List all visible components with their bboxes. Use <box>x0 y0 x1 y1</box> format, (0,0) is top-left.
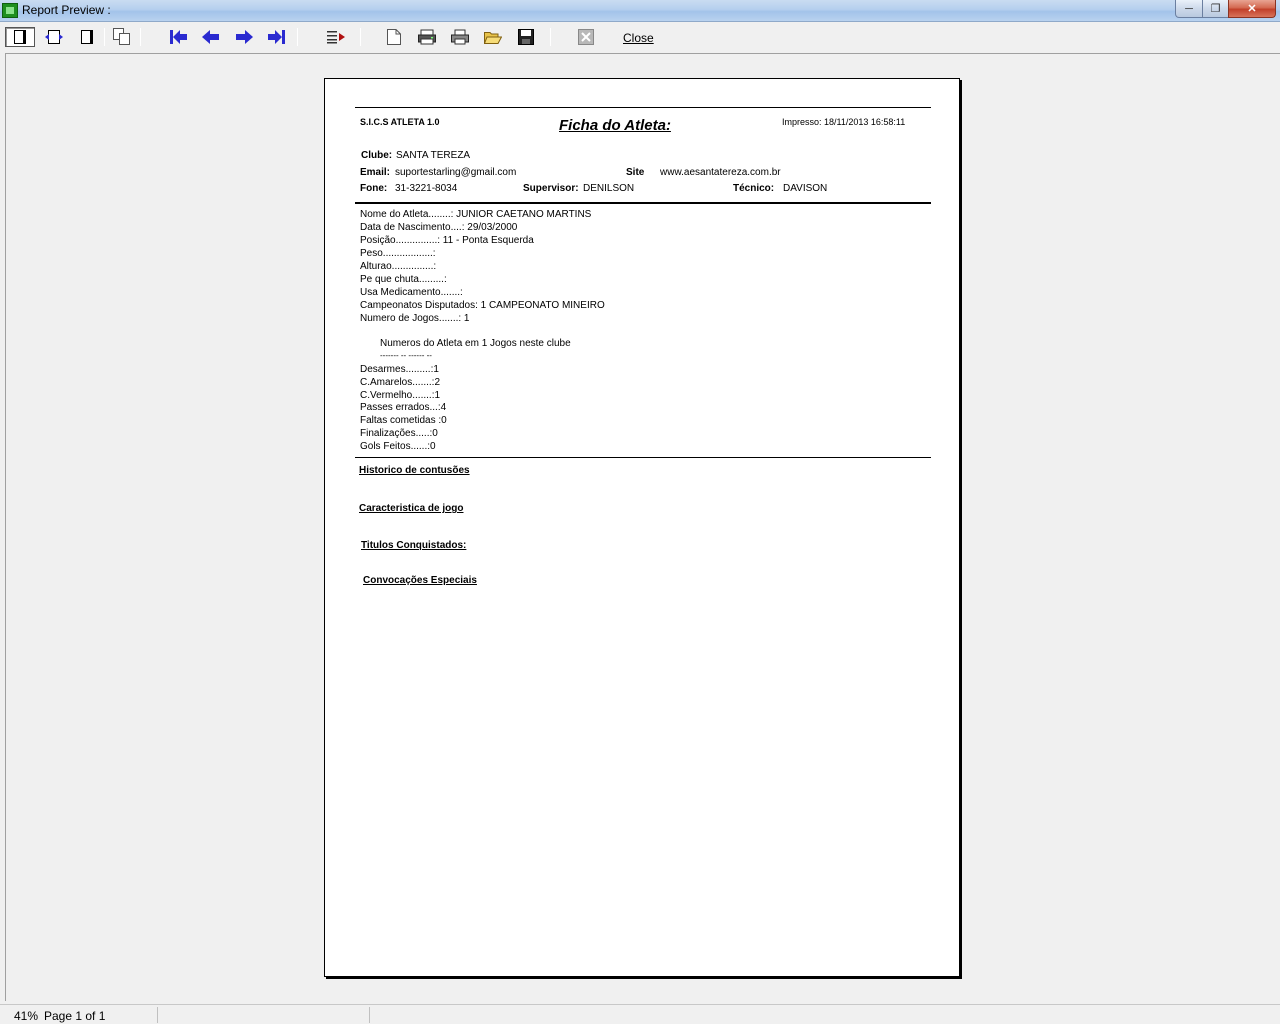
toolbar: Close <box>0 22 1280 52</box>
floppy-disk-icon <box>518 29 534 45</box>
status-pane-divider <box>157 1007 158 1023</box>
section-caracteristica: Caracteristica de jogo <box>359 503 464 514</box>
whole-page-icon <box>14 30 26 44</box>
email-label: Email: <box>360 167 391 178</box>
printed-timestamp: Impresso: 18/11/2013 16:58:11 <box>782 117 906 127</box>
maximize-button[interactable]: ❐ <box>1202 0 1229 18</box>
athlete-line: Peso..................: <box>360 248 436 259</box>
first-page-button[interactable] <box>167 27 189 47</box>
athlete-line: Numero de Jogos.......: 1 <box>360 313 470 324</box>
section-contusoes: Historico de contusões <box>359 465 470 476</box>
goto-page-icon <box>327 31 345 44</box>
stats-bottom-rule <box>355 457 931 458</box>
athlete-line: Nome do Atleta........: JUNIOR CAETANO M… <box>360 209 592 220</box>
title-bar[interactable]: Report Preview : ─ ❐ ✕ <box>0 0 1280 22</box>
system-name: S.I.C.S ATLETA 1.0 <box>360 117 440 127</box>
minimize-icon: ─ <box>1185 2 1193 15</box>
last-page-icon <box>268 30 285 44</box>
page-width-icon <box>45 30 63 44</box>
toolbar-separator <box>297 28 298 46</box>
athlete-line: Campeonatos Disputados: 1 CAMPEONATO MIN… <box>360 300 605 311</box>
print-button[interactable] <box>449 27 471 47</box>
app-icon <box>2 3 18 18</box>
section-convocacoes: Convocações Especiais <box>363 575 477 586</box>
hundred-percent-button[interactable] <box>76 27 98 47</box>
next-page-button[interactable] <box>233 27 255 47</box>
toolbar-separator <box>360 28 361 46</box>
close-icon: ✕ <box>1247 3 1257 15</box>
goto-page-button[interactable] <box>325 27 347 47</box>
printer-setup-button[interactable] <box>416 27 438 47</box>
window-title: Report Preview : <box>22 3 111 17</box>
cancel-button[interactable] <box>575 27 597 47</box>
printer-icon <box>451 29 469 45</box>
minimize-button[interactable]: ─ <box>1175 0 1203 18</box>
report-title: Ficha do Atleta: <box>559 117 671 134</box>
next-page-icon <box>236 30 253 44</box>
stat-line: C.Vermelho.......:1 <box>360 390 441 401</box>
toolbar-separator <box>140 28 141 46</box>
header-top-rule <box>355 107 931 108</box>
restore-icon: ❐ <box>1210 3 1221 15</box>
clube-label: Clube: <box>361 150 393 161</box>
email-value: suportestarling@gmail.com <box>395 167 517 178</box>
stat-line: Desarmes.........:1 <box>360 364 439 375</box>
stats-underline: ------- -- ------ -- <box>380 351 432 360</box>
folder-open-icon <box>484 32 502 44</box>
stat-line: Finalizações.....:0 <box>360 428 438 439</box>
section-titulos: Titulos Conquistados: <box>361 540 467 551</box>
open-button[interactable] <box>482 27 504 47</box>
stat-line: Gols Feitos......:0 <box>360 441 436 452</box>
site-value: www.aesantatereza.com.br <box>660 167 781 178</box>
actual-size-icon <box>81 30 93 44</box>
fone-label: Fone: <box>360 183 388 194</box>
multi-page-icon <box>113 28 130 45</box>
document-icon <box>387 29 401 45</box>
supervisor-label: Supervisor: <box>523 183 579 194</box>
last-page-button[interactable] <box>266 27 288 47</box>
site-label: Site <box>626 167 645 178</box>
athlete-line: Posição...............: 11 - Ponta Esque… <box>360 235 534 246</box>
new-page-button[interactable] <box>383 27 405 47</box>
clube-value: SANTA TEREZA <box>396 150 471 161</box>
page-width-button[interactable] <box>43 27 65 47</box>
prior-page-icon <box>202 30 219 44</box>
close-button[interactable]: Close <box>623 31 654 45</box>
tecnico-label: Técnico: <box>733 183 775 194</box>
athlete-line: Data de Nascimento....: 29/03/2000 <box>360 222 518 233</box>
close-window-button[interactable]: ✕ <box>1228 0 1276 18</box>
save-button[interactable] <box>515 27 537 47</box>
prior-page-button[interactable] <box>200 27 222 47</box>
cancel-icon <box>578 29 594 45</box>
stat-line: Passes errados...:4 <box>360 402 447 413</box>
athlete-line: Pe que chuta.........: <box>360 274 447 285</box>
tecnico-value: DAVISON <box>783 183 828 194</box>
athlete-line: Alturao...............: <box>360 261 437 272</box>
zoom-level: 41% <box>14 1009 39 1023</box>
status-bar: 41% Page 1 of 1 <box>0 1004 1280 1024</box>
toolbar-separator <box>104 28 105 46</box>
status-pane-divider <box>369 1007 370 1023</box>
report-page: S.I.C.S ATLETA 1.0 Ficha do Atleta: Impr… <box>324 78 960 977</box>
stats-header: Numeros do Atleta em 1 Jogos neste clube <box>380 338 571 349</box>
stat-line: C.Amarelos.......:2 <box>360 377 441 388</box>
toolbar-separator <box>550 28 551 46</box>
first-page-icon <box>170 30 187 44</box>
supervisor-value: DENILSON <box>583 183 635 194</box>
athlete-line: Usa Medicamento.......: <box>360 287 463 298</box>
page-info: Page 1 of 1 <box>44 1009 106 1023</box>
stat-line: Faltas cometidas :0 <box>360 415 447 426</box>
multi-page-button[interactable] <box>111 27 133 47</box>
fone-value: 31-3221-8034 <box>395 183 458 194</box>
printer-setup-icon <box>418 29 436 45</box>
header-bottom-rule <box>355 202 931 204</box>
whole-page-button[interactable] <box>5 27 35 47</box>
